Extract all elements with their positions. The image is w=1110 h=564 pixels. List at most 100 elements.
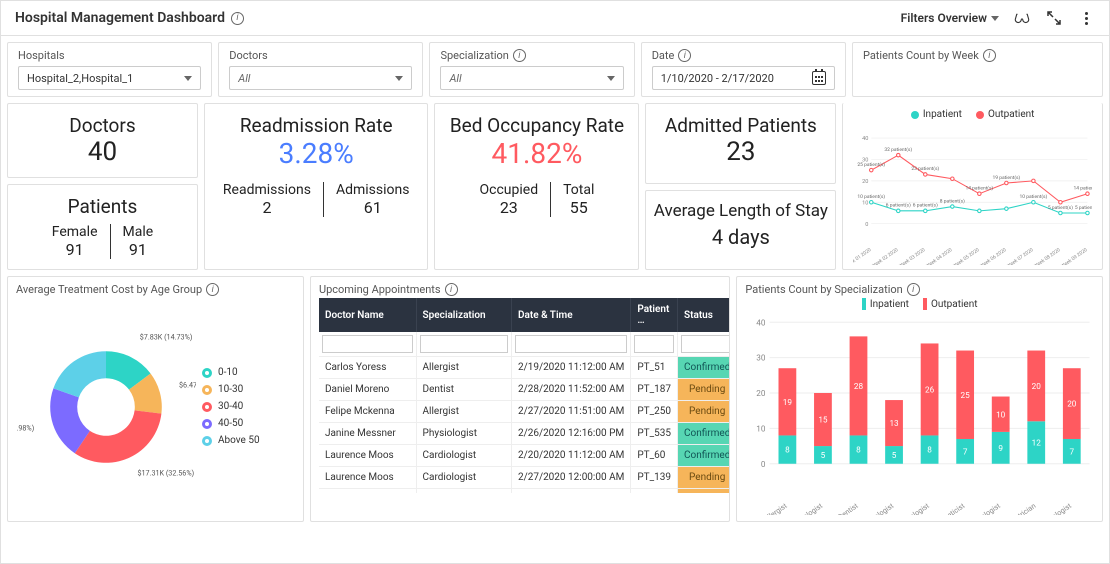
info-icon[interactable]: i: [513, 49, 526, 62]
svg-text:Week 08 2020: Week 08 2020: [1033, 247, 1062, 265]
readm-label: Readmissions: [223, 182, 311, 198]
cell-doctor: Laurence Moos: [319, 489, 416, 494]
cell-doctor: Carlos Yoress: [319, 357, 416, 379]
cell-spec: Dentist: [416, 379, 511, 401]
filter-spec-input[interactable]: [420, 335, 508, 353]
filter-status-input[interactable]: [681, 335, 729, 353]
doctors-select[interactable]: All: [229, 66, 412, 90]
info-icon[interactable]: i: [678, 49, 691, 62]
specialization-select[interactable]: All: [440, 66, 623, 90]
svg-text:26: 26: [925, 386, 935, 396]
cell-status: Confirmed: [677, 357, 729, 379]
cell-status: Pending: [677, 379, 729, 401]
filter-datetime-input[interactable]: [515, 335, 627, 353]
date-label: Date: [652, 49, 675, 62]
adm-label: Admissions: [336, 182, 410, 198]
info-icon[interactable]: i: [983, 49, 996, 62]
cell-patient: PT_535: [631, 423, 678, 445]
cell-status: Pending: [677, 467, 729, 489]
patients-label: Patients: [14, 195, 191, 218]
legend-inpatient: Inpatient: [911, 109, 962, 120]
expand-icon[interactable]: [1045, 9, 1063, 27]
filter-doctor-input[interactable]: [322, 335, 413, 353]
svg-text:8: 8: [785, 446, 790, 456]
kebab-menu-icon[interactable]: [1077, 9, 1095, 27]
bed-occupancy-card: Bed Occupancy Rate 41.82% Occupied 23 To…: [434, 103, 639, 270]
table-row[interactable]: Carlos Yoress Allergist 2/19/2020 11:12:…: [319, 357, 729, 379]
cell-spec: Physiologist: [416, 423, 511, 445]
appointments-table: Doctor Name Specialization Date & Time P…: [319, 298, 729, 493]
svg-text:32 patient(s): 32 patient(s): [885, 146, 913, 153]
table-filter-row: [319, 332, 729, 357]
hospitals-label: Hospitals: [18, 49, 201, 62]
doctors-filter-value: All: [238, 72, 250, 85]
col-datetime[interactable]: Date & Time: [511, 298, 630, 332]
table-row[interactable]: Daniel Moreno Dentist 2/28/2020 11:52:00…: [319, 379, 729, 401]
svg-text:$11.15K (20.98%): $11.15K (20.98%): [16, 423, 34, 432]
doctors-filter-label: Doctors: [229, 49, 412, 62]
cell-spec: Cardiologist: [416, 445, 511, 467]
hospitals-select[interactable]: Hospital_2,Hospital_1: [18, 66, 201, 90]
cell-doctor: Laurence Moos: [319, 445, 416, 467]
donut-chart: $7.83K (14.73%)$6.47K (12.16%)$17.31K (3…: [16, 317, 196, 497]
table-row[interactable]: Felipe Mckenna Allergist 2/27/2020 11:51…: [319, 401, 729, 423]
chevron-down-icon: [184, 76, 192, 81]
doctors-value: 40: [14, 137, 191, 167]
svg-text:Physiologist: Physiologist: [1036, 501, 1074, 515]
total-label: Total: [563, 182, 594, 198]
date-range-input[interactable]: 1/10/2020 - 2/17/2020: [652, 66, 835, 90]
col-doctor[interactable]: Doctor Name: [319, 298, 416, 332]
svg-text:10 patient(s): 10 patient(s): [1020, 193, 1048, 200]
cell-datetime: 2/27/2020 11:51:00 AM: [511, 401, 630, 423]
cell-spec: Allergist: [416, 357, 511, 379]
table-row[interactable]: Laurence Moos Cardiologist 2/28/2020 11:…: [319, 489, 729, 494]
patients-by-week-card: Patients Count by Week i: [852, 42, 1103, 97]
svg-text:14 patient(s): 14 patient(s): [966, 184, 994, 191]
info-icon[interactable]: i: [206, 283, 219, 296]
col-spec[interactable]: Specialization: [416, 298, 511, 332]
bed-rate-label: Bed Occupancy Rate: [441, 114, 632, 137]
svg-text:10: 10: [862, 200, 868, 206]
info-icon[interactable]: i: [445, 283, 458, 296]
col-patient[interactable]: Patient …: [631, 298, 678, 332]
svg-text:6 patient(s): 6 patient(s): [913, 202, 938, 209]
svg-text:Week 04 2020: Week 04 2020: [925, 247, 954, 265]
svg-text:23 patient(s): 23 patient(s): [912, 165, 940, 172]
readmission-rate-card: Readmission Rate 3.28% Readmissions 2 Ad…: [204, 103, 429, 270]
cell-spec: Cardiologist: [416, 489, 511, 494]
legend-item: 40-50: [202, 418, 260, 429]
svg-text:20: 20: [757, 389, 767, 399]
table-row[interactable]: Laurence Moos Cardiologist 2/27/2020 12:…: [319, 467, 729, 489]
chart-title: Upcoming Appointments: [319, 283, 441, 296]
alos-value: 4 days: [652, 225, 829, 249]
info-icon[interactable]: i: [231, 12, 244, 25]
table-row[interactable]: Janine Messner Physiologist 2/26/2020 12…: [319, 423, 729, 445]
patients-by-spec-card: Patients Count by Specialization i Inpat…: [736, 276, 1103, 522]
svg-text:20: 20: [1032, 382, 1042, 392]
cell-spec: Cardiologist: [416, 467, 511, 489]
col-status[interactable]: Status: [677, 298, 729, 332]
patients-female-label: Female: [52, 224, 98, 240]
filters-overview-button[interactable]: Filters Overview: [901, 11, 999, 25]
occupied-label: Occupied: [480, 182, 539, 198]
info-icon[interactable]: i: [907, 283, 920, 296]
cell-spec: Allergist: [416, 401, 511, 423]
cell-status: Pending: [677, 489, 729, 494]
doctors-count-card: Doctors 40: [7, 103, 198, 178]
header-bar: Hospital Management Dashboard i Filters …: [1, 1, 1109, 36]
svg-text:40: 40: [862, 136, 868, 142]
chevron-down-icon: [395, 76, 403, 81]
svg-text:Dentist: Dentist: [836, 501, 860, 515]
svg-text:40: 40: [757, 318, 767, 328]
admitted-value: 23: [652, 137, 829, 167]
appointments-card: Upcoming Appointments i Doctor Name Spec…: [310, 276, 730, 522]
chart-title: Patients Count by Specialization: [745, 283, 902, 296]
glasses-icon[interactable]: [1013, 9, 1031, 27]
filters-overview-label: Filters Overview: [901, 11, 987, 25]
svg-text:0: 0: [866, 222, 869, 228]
table-row[interactable]: Laurence Moos Cardiologist 2/20/2020 11:…: [319, 445, 729, 467]
filter-patient-input[interactable]: [634, 335, 674, 353]
svg-text:7: 7: [1070, 447, 1075, 457]
legend-item: 0-10: [202, 367, 260, 378]
date-value: 1/10/2020 - 2/17/2020: [661, 72, 774, 85]
